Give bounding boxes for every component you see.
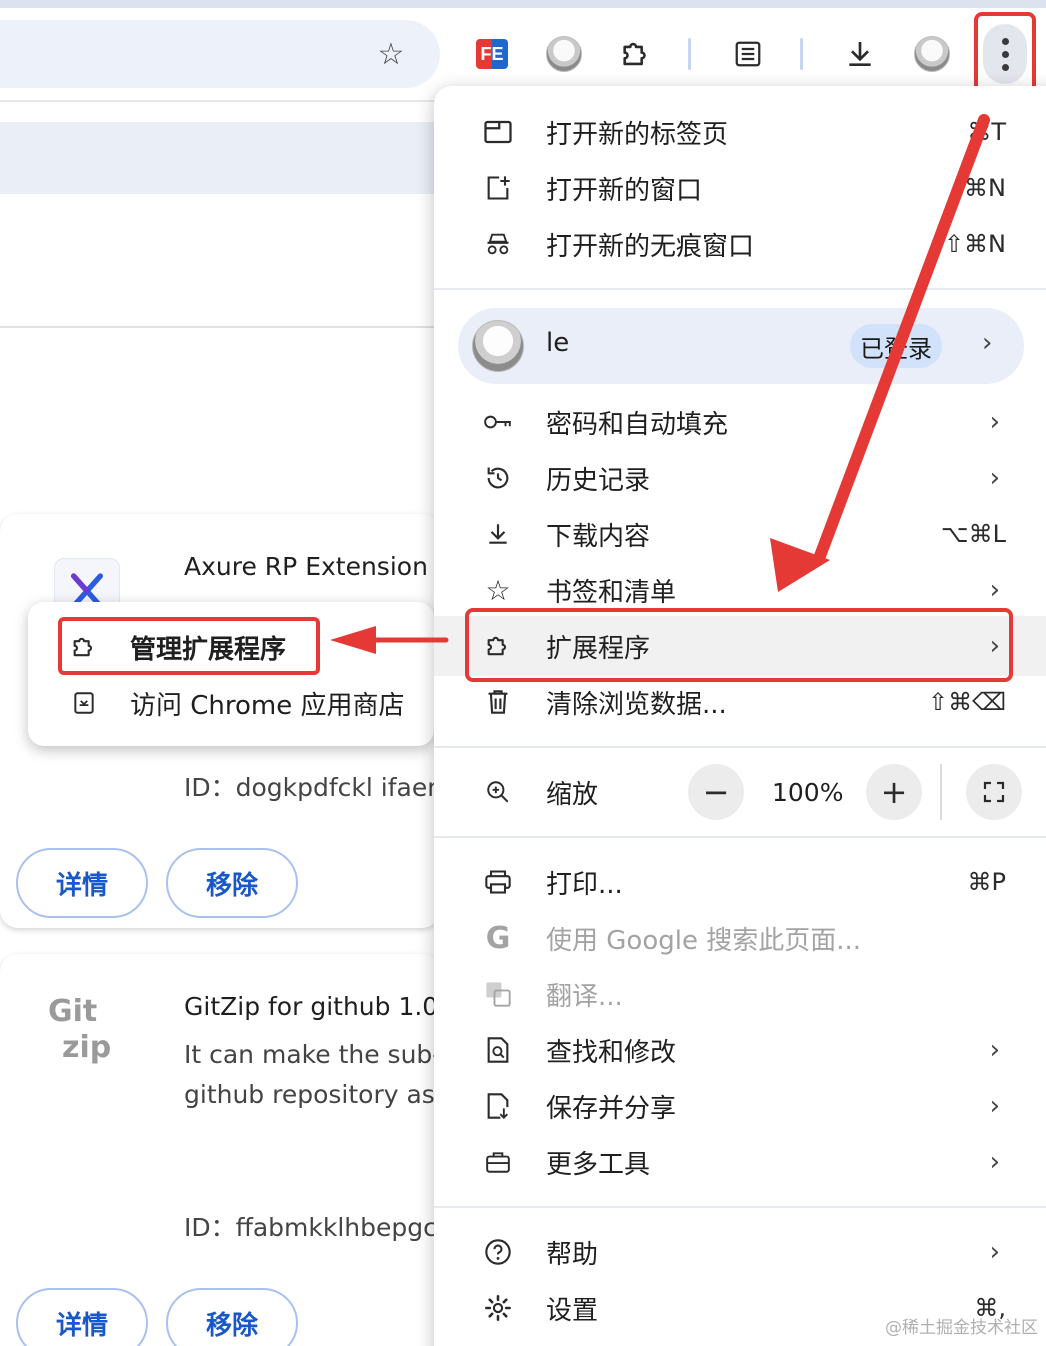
arrow-to-manage bbox=[330, 626, 449, 654]
watermark: @稀土掘金技术社区 bbox=[885, 1318, 1038, 1338]
annotation-arrows bbox=[330, 114, 990, 654]
arrow-to-extensions bbox=[770, 114, 990, 592]
